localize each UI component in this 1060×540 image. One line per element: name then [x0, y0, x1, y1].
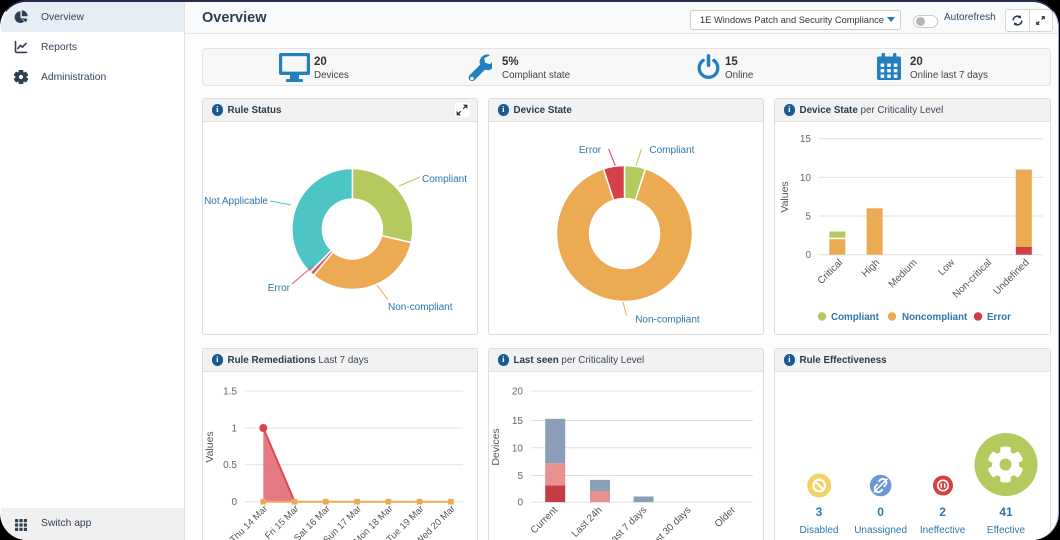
svg-text:5: 5 — [805, 212, 811, 223]
svg-text:Devices: Devices — [490, 428, 502, 465]
svg-text:Critical: Critical — [816, 257, 845, 286]
svg-text:Ineffective: Ineffective — [920, 525, 966, 536]
svg-text:Non-compliant: Non-compliant — [388, 302, 453, 313]
svg-text:Low: Low — [936, 257, 957, 278]
svg-text:15: 15 — [512, 416, 524, 427]
svg-text:Values: Values — [204, 431, 216, 462]
svg-text:Error: Error — [987, 312, 1011, 323]
svg-text:1.5: 1.5 — [223, 387, 237, 398]
svg-text:Not Applicable: Not Applicable — [204, 196, 268, 207]
svg-text:Last 24h: Last 24h — [570, 505, 605, 540]
svg-text:5: 5 — [517, 471, 523, 482]
svg-text:0.5: 0.5 — [223, 460, 237, 471]
svg-text:Compliant: Compliant — [831, 312, 880, 323]
svg-text:15: 15 — [800, 134, 812, 145]
svg-text:Unassigned: Unassigned — [854, 525, 907, 536]
svg-text:Medium: Medium — [887, 257, 920, 290]
svg-text:Effective: Effective — [987, 525, 1026, 536]
svg-text:10: 10 — [512, 443, 524, 454]
svg-text:1: 1 — [231, 424, 237, 435]
svg-text:10: 10 — [800, 173, 812, 184]
svg-text:Undefined: Undefined — [992, 257, 1032, 297]
svg-text:Current: Current — [529, 505, 561, 537]
svg-text:Compliant: Compliant — [422, 174, 467, 185]
svg-text:Non-critical: Non-critical — [951, 257, 994, 300]
svg-text:Error: Error — [579, 145, 602, 156]
svg-text:0: 0 — [877, 505, 884, 519]
svg-text:Last 7 days: Last 7 days — [605, 505, 649, 540]
svg-text:Non-compliant: Non-compliant — [635, 314, 700, 325]
svg-text:High: High — [860, 257, 882, 279]
svg-text:Values: Values — [779, 181, 791, 212]
svg-text:Error: Error — [268, 283, 291, 294]
svg-text:0: 0 — [805, 250, 811, 261]
svg-text:Disabled: Disabled — [800, 525, 839, 536]
svg-text:Noncompliant: Noncompliant — [902, 312, 968, 323]
svg-text:0: 0 — [231, 497, 237, 508]
svg-text:Older: Older — [713, 504, 739, 530]
svg-text:Last 30 days: Last 30 days — [646, 505, 694, 540]
svg-text:20: 20 — [512, 387, 524, 398]
svg-text:41: 41 — [999, 505, 1013, 519]
svg-text:2: 2 — [939, 505, 946, 519]
svg-text:Compliant: Compliant — [649, 145, 694, 156]
svg-text:3: 3 — [816, 505, 823, 519]
svg-text:0: 0 — [517, 498, 523, 509]
